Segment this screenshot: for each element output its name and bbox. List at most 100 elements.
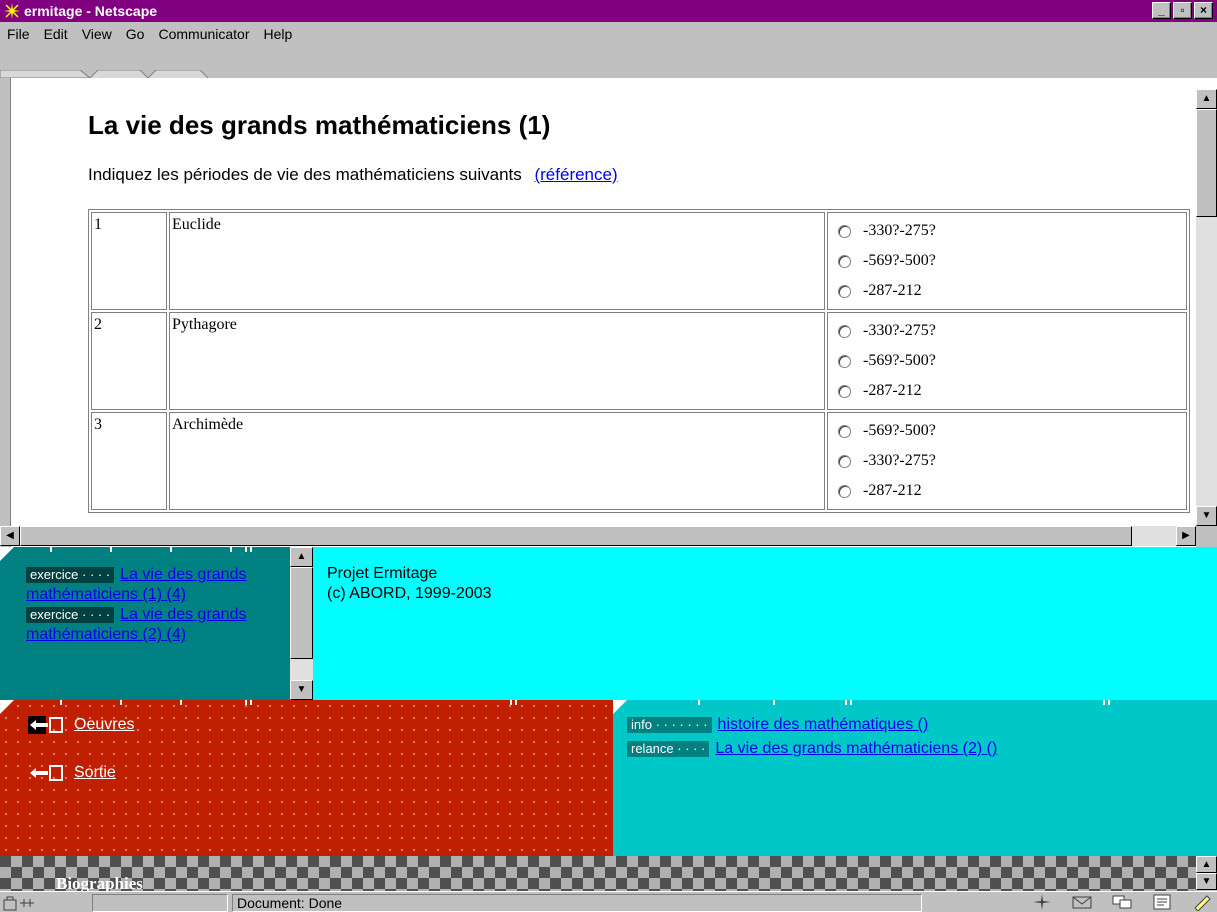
scroll-up-arrow-icon[interactable]: ▲: [1196, 89, 1217, 109]
row-number: 1: [91, 212, 167, 310]
radio-option[interactable]: -569?-500?: [830, 246, 1184, 276]
biographies-banner: Biographies: [0, 856, 1196, 893]
frame-ticks: [60, 700, 517, 705]
info-tag: info · · · · · · ·: [627, 717, 712, 733]
radio-option[interactable]: -330?-275?: [830, 316, 1184, 346]
radio-option[interactable]: -330?-275?: [830, 446, 1184, 476]
menu-communicator[interactable]: Communicator: [151, 24, 256, 44]
main-content-frame: La vie des grands mathématiciens (1) Ind…: [10, 78, 1217, 548]
mathematician-name: Euclide: [169, 212, 825, 310]
radio-button[interactable]: [838, 384, 851, 398]
sortie-label[interactable]: Sortie: [74, 764, 116, 782]
hscroll-thumb[interactable]: [20, 526, 1132, 546]
radio-option[interactable]: -330?-275?: [830, 216, 1184, 246]
reference-link[interactable]: (référence): [534, 165, 617, 184]
menu-file[interactable]: File: [0, 24, 37, 44]
relance-tag: relance · · · ·: [627, 741, 710, 757]
netscape-logo-icon: [3, 2, 21, 20]
minimize-button[interactable]: _: [1152, 2, 1171, 19]
radio-button[interactable]: [838, 454, 851, 468]
navigation-frame: exercice · · · · La vie des grands mathém…: [0, 547, 313, 700]
menu-view[interactable]: View: [75, 24, 119, 44]
radio-button[interactable]: [838, 224, 851, 238]
edit-pencil-icon[interactable]: [1191, 893, 1213, 911]
radio-button[interactable]: [838, 254, 851, 268]
composer-icon[interactable]: [1151, 893, 1173, 911]
exercise-2-link[interactable]: La vie des grands mathématiciens (2) (): [715, 740, 997, 758]
main-horizontal-scrollbar[interactable]: ◀ ▶: [0, 526, 1196, 546]
radio-button[interactable]: [838, 354, 851, 368]
oeuvres-link[interactable]: Oeuvres: [28, 716, 134, 734]
options-cell: -330?-275? -569?-500? -287-212: [827, 212, 1187, 310]
radio-option[interactable]: -287-212: [830, 476, 1184, 506]
scroll-thumb[interactable]: [1196, 109, 1217, 217]
info-row[interactable]: info · · · · · · · histoire des mathémat…: [627, 716, 928, 734]
radio-button[interactable]: [838, 424, 851, 438]
nav-item[interactable]: exercice · · · · La vie des grands mathém…: [0, 605, 285, 645]
discussions-icon[interactable]: [1111, 893, 1133, 911]
row-number: 2: [91, 312, 167, 410]
scroll-down-arrow-icon[interactable]: ▼: [1196, 873, 1217, 890]
status-bar: Document: Done: [0, 891, 1217, 912]
question-table: 1 Euclide -330?-275? -569?-500? -287-212…: [88, 209, 1190, 513]
page-title: La vie des grands mathématiciens (1): [88, 110, 551, 140]
radio-button[interactable]: [838, 284, 851, 298]
scroll-down-arrow-icon[interactable]: ▼: [1196, 506, 1217, 526]
radio-button[interactable]: [838, 324, 851, 338]
window-title: ermitage - Netscape: [24, 3, 158, 19]
menu-help[interactable]: Help: [257, 24, 300, 44]
nav-vertical-scrollbar[interactable]: ▲ ▼: [290, 547, 313, 700]
options-cell: -330?-275? -569?-500? -287-212: [827, 312, 1187, 410]
close-button[interactable]: ×: [1194, 2, 1213, 19]
table-row: 3 Archimède -569?-500? -330?-275? -287-2…: [91, 412, 1187, 510]
history-link[interactable]: histoire des mathématiques (): [718, 716, 929, 734]
banner-scrollbar[interactable]: ▲ ▼: [1196, 856, 1217, 891]
scroll-right-arrow-icon[interactable]: ▶: [1176, 526, 1196, 546]
menu-edit[interactable]: Edit: [37, 24, 75, 44]
copyright: (c) ABORD, 1999-2003: [327, 585, 492, 602]
main-vertical-scrollbar[interactable]: ▲ ▼: [1196, 89, 1217, 526]
radio-option[interactable]: -287-212: [830, 376, 1184, 406]
oeuvres-label[interactable]: Oeuvres: [74, 716, 134, 734]
nav-item[interactable]: exercice · · · · La vie des grands mathém…: [0, 565, 285, 605]
related-links-frame: info · · · · · · · histoire des mathémat…: [613, 700, 1217, 856]
table-row: 2 Pythagore -330?-275? -569?-500? -287-2…: [91, 312, 1187, 410]
mail-icon[interactable]: [1071, 893, 1093, 911]
scroll-corner: [1196, 526, 1217, 547]
exercise-tag: exercice · · · ·: [26, 606, 115, 623]
scroll-up-arrow-icon[interactable]: ▲: [1196, 856, 1217, 873]
radio-option[interactable]: -569?-500?: [830, 346, 1184, 376]
security-lock-icon[interactable]: [2, 894, 36, 912]
exercise-tag: exercice · · · ·: [26, 566, 115, 583]
project-name: Projet Ermitage: [327, 565, 438, 582]
menu-bar: File Edit View Go Communicator Help: [0, 22, 1217, 78]
back-arrow-icon: [28, 716, 63, 734]
menu-go[interactable]: Go: [119, 24, 152, 44]
status-text: Document: Done: [232, 894, 922, 912]
radio-button[interactable]: [838, 484, 851, 498]
sortie-link[interactable]: Sortie: [28, 764, 116, 782]
progress-cell: [92, 894, 228, 912]
options-cell: -569?-500? -330?-275? -287-212: [827, 412, 1187, 510]
frame-ticks: [50, 547, 252, 552]
instructions-text: Indiquez les périodes de vie des mathéma…: [88, 165, 522, 184]
frame-ticks: [698, 700, 1110, 705]
window-titlebar: ermitage - Netscape _ ▫ ×: [0, 0, 1217, 22]
collapsed-toolbar-tabs[interactable]: [0, 70, 210, 78]
mathematician-name: Pythagore: [169, 312, 825, 410]
radio-option[interactable]: -287-212: [830, 276, 1184, 306]
scroll-down-arrow-icon[interactable]: ▼: [290, 680, 313, 700]
scroll-thumb[interactable]: [290, 567, 313, 659]
radio-option[interactable]: -569?-500?: [830, 416, 1184, 446]
row-number: 3: [91, 412, 167, 510]
navigator-icon[interactable]: [1031, 893, 1053, 911]
mathematician-name: Archimède: [169, 412, 825, 510]
scroll-up-arrow-icon[interactable]: ▲: [290, 547, 313, 567]
actions-frame: Oeuvres Sortie: [0, 700, 613, 856]
info-frame: Projet Ermitage (c) ABORD, 1999-2003: [313, 547, 1217, 700]
instructions: Indiquez les périodes de vie des mathéma…: [88, 165, 618, 185]
scroll-left-arrow-icon[interactable]: ◀: [0, 526, 20, 546]
table-row: 1 Euclide -330?-275? -569?-500? -287-212: [91, 212, 1187, 310]
relance-row[interactable]: relance · · · · La vie des grands mathém…: [627, 740, 997, 758]
maximize-button[interactable]: ▫: [1173, 2, 1192, 19]
